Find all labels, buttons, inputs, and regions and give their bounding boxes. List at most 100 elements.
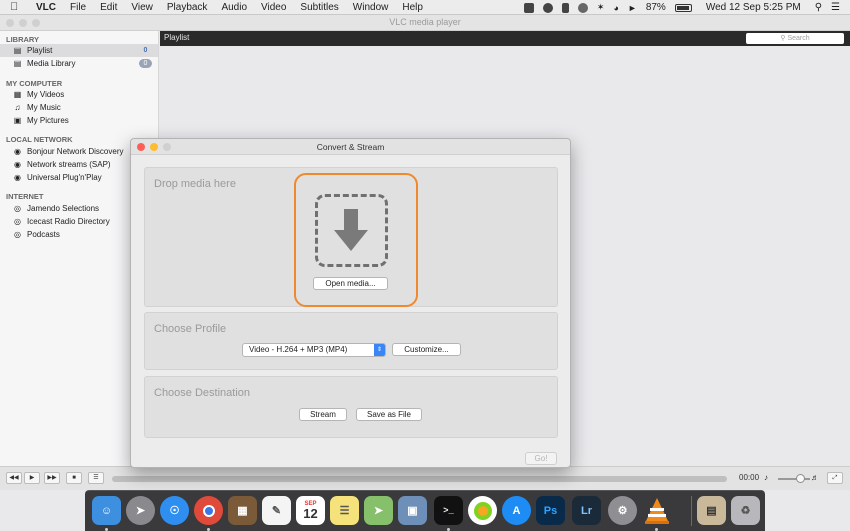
playback-controls: ◀◀ ▶ ▶▶ ■ ☰ 00:00 ♪ ♬ ⤢: [0, 466, 850, 490]
apple-menu-icon[interactable]: : [10, 0, 24, 15]
photoshop-icon[interactable]: Ps: [536, 496, 565, 525]
menu-window[interactable]: Window: [353, 2, 389, 13]
picture-icon: ▣: [13, 116, 22, 125]
volume-slider[interactable]: [778, 478, 810, 480]
choose-destination-heading: Choose Destination: [154, 387, 251, 399]
volume-max-icon[interactable]: ♬: [811, 473, 819, 482]
sidebar-item-playlist[interactable]: ▤ Playlist 0: [0, 44, 158, 57]
elapsed-time: 00:00: [739, 473, 760, 482]
battery-percent[interactable]: 87%: [646, 2, 666, 13]
upload-icon[interactable]: [523, 2, 534, 13]
maps-icon[interactable]: ➤: [364, 496, 393, 525]
podcast-icon: ◎: [14, 217, 21, 226]
photo-viewer-icon[interactable]: ▣: [398, 496, 427, 525]
terminal-icon[interactable]: >_: [434, 496, 463, 525]
volume-icon[interactable]: ►: [628, 3, 637, 13]
network-icon: ◉: [14, 160, 21, 169]
menubar-clock[interactable]: Wed 12 Sep 5:25 PM: [706, 2, 801, 13]
chevron-updown-icon: ⇕: [374, 344, 385, 356]
menu-audio[interactable]: Audio: [221, 2, 247, 13]
profile-select[interactable]: Video - H.264 + MP3 (MP4) ⇕: [242, 343, 386, 357]
textedit-icon[interactable]: ✎: [262, 496, 291, 525]
bluetooth-icon[interactable]: [561, 2, 569, 13]
menu-video[interactable]: Video: [261, 2, 286, 13]
drop-target-icon: [315, 194, 388, 267]
playlist-toggle-button[interactable]: ☰: [88, 472, 104, 484]
stop-button[interactable]: ■: [66, 472, 82, 484]
trash-icon[interactable]: ♻: [731, 496, 760, 525]
downloads-stack-icon[interactable]: ▤: [697, 496, 726, 525]
open-media-button[interactable]: Open media...: [313, 277, 388, 290]
sidebar-item-my-music[interactable]: ♫ My Music: [0, 101, 158, 114]
sidebar-item-my-videos[interactable]: ▦ My Videos: [0, 88, 158, 101]
choose-destination-panel: Choose Destination: [144, 376, 558, 438]
sidebar-item-media-library[interactable]: ▤ Media Library 0: [0, 57, 158, 70]
calendar-icon[interactable]: SEP 12: [296, 496, 325, 525]
system-preferences-icon[interactable]: ⚙: [608, 496, 637, 525]
menu-playback[interactable]: Playback: [167, 2, 208, 13]
vlc-title-bar: VLC media player: [0, 15, 850, 31]
customize-button[interactable]: Customize...: [392, 343, 461, 356]
convert-stream-dialog: Convert & Stream Drop media here Open me…: [130, 138, 571, 468]
vlc-cone-icon: [644, 497, 669, 524]
vlc-icon[interactable]: [642, 496, 671, 525]
fast-forward-button[interactable]: ▶▶: [44, 472, 60, 484]
vlc-window-title: VLC media player: [389, 17, 461, 27]
mute-icon[interactable]: ♪: [764, 473, 768, 482]
launchpad-icon[interactable]: ➤: [126, 496, 155, 525]
sidebar-item-label: Jamendo Selections: [27, 204, 100, 213]
app-store-icon[interactable]: A: [502, 496, 531, 525]
bluetooth-status-icon[interactable]: ✶: [597, 2, 605, 13]
menu-help[interactable]: Help: [402, 2, 423, 13]
menu-edit[interactable]: Edit: [100, 2, 117, 13]
fullscreen-button[interactable]: ⤢: [827, 472, 843, 484]
search-placeholder: Search: [787, 35, 810, 42]
chrome-icon[interactable]: [194, 496, 223, 525]
sidebar-item-label: Universal Plug'n'Play: [27, 173, 102, 182]
profile-selected-value: Video - H.264 + MP3 (MP4): [249, 345, 348, 354]
sidebar-item-my-pictures[interactable]: ▣ My Pictures: [0, 114, 158, 127]
notes-icon[interactable]: ☰: [330, 496, 359, 525]
sidebar-item-label: Bonjour Network Discovery: [27, 147, 124, 156]
safari-icon[interactable]: ☉: [160, 496, 189, 525]
spotlight-icon[interactable]: ⚲: [815, 2, 822, 13]
stream-button[interactable]: Stream: [299, 408, 347, 421]
photoshop-label: Ps: [543, 504, 558, 517]
dock-separator: [691, 496, 692, 526]
dock: ☺ ➤ ☉ ▦ ✎ SEP 12 ☰ ➤ ▣ >_ A Ps Lr ⚙ ▤ ♻: [85, 490, 765, 531]
network-icon: ◉: [14, 173, 21, 182]
rewind-button[interactable]: ◀◀: [6, 472, 22, 484]
menu-file[interactable]: File: [70, 2, 86, 13]
finder-icon[interactable]: ☺: [92, 496, 121, 525]
app-menu[interactable]: VLC: [36, 2, 56, 13]
save-as-file-button[interactable]: Save as File: [356, 408, 422, 421]
search-input[interactable]: ⚲ Search: [746, 33, 844, 44]
calculator-icon[interactable]: ▦: [228, 496, 257, 525]
photos-icon[interactable]: [468, 496, 497, 525]
media-library-count-badge: 0: [139, 59, 152, 68]
podcast-icon: ◎: [14, 204, 21, 213]
choose-profile-panel: Choose Profile: [144, 312, 558, 370]
menu-view[interactable]: View: [131, 2, 153, 13]
wifi-icon[interactable]: ◕: [613, 3, 618, 13]
playlist-header-bar: Playlist ⚲ Search: [160, 31, 850, 46]
account-icon[interactable]: [542, 2, 553, 13]
notification-center-icon[interactable]: ☰: [831, 2, 840, 13]
power-icon[interactable]: [577, 2, 588, 13]
lightroom-icon[interactable]: Lr: [572, 496, 601, 525]
sidebar-item-label: My Videos: [27, 90, 65, 99]
sidebar-item-label: Podcasts: [27, 230, 60, 239]
calendar-day: 12: [303, 506, 318, 521]
playlist-count-badge: 0: [143, 47, 148, 54]
podcast-icon: ◎: [14, 230, 21, 239]
status-area: ✶ ◕ ► 87% Wed 12 Sep 5:25 PM ⚲ ☰: [515, 0, 840, 15]
volume-knob[interactable]: [796, 474, 805, 483]
go-button[interactable]: Go!: [525, 452, 557, 465]
menu-subtitles[interactable]: Subtitles: [300, 2, 338, 13]
drop-media-heading: Drop media here: [154, 178, 236, 190]
battery-icon[interactable]: [674, 3, 692, 12]
seek-bar[interactable]: [112, 476, 727, 482]
terminal-prompt: >_: [443, 505, 454, 516]
play-button[interactable]: ▶: [24, 472, 40, 484]
section-my-computer: MY COMPUTER: [6, 79, 63, 88]
